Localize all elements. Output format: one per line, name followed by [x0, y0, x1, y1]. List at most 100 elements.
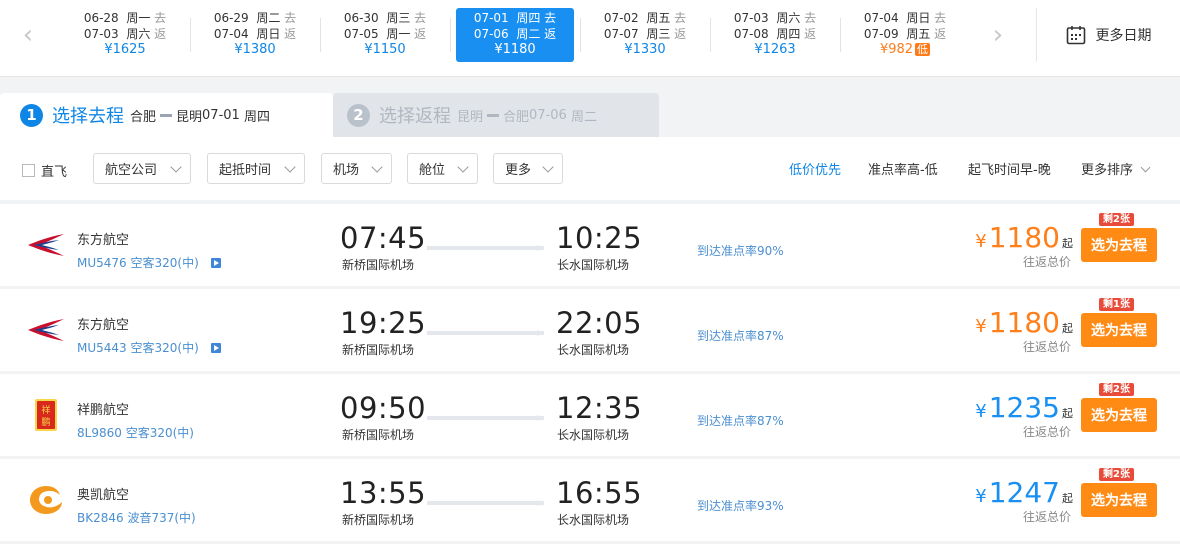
chevron-down-icon — [371, 161, 383, 173]
arrival-airport: 长水国际机场 — [557, 513, 630, 527]
filter-label: 机场 — [333, 163, 360, 178]
currency-symbol: ¥ — [975, 316, 987, 337]
flight-row[interactable]: 祥鹏祥鹏航空 8L9860 空客320(中) 09:50 新桥国际机场 12:35 长水国… — [0, 374, 1180, 456]
flight-row[interactable]: 奥凯航空 BK2846 波音737(中) 13:55 新桥国际机场 16:55 长水国际机… — [0, 459, 1180, 541]
return-dir: 返 — [154, 27, 167, 41]
select-outbound-button[interactable]: 选为去程 — [1081, 228, 1157, 262]
date-price-value: ¥1380 — [234, 42, 276, 57]
outbound-day: 周日 — [906, 11, 931, 25]
return-date: 07-07 — [603, 27, 639, 41]
filter-airport[interactable]: 机场 — [321, 153, 392, 184]
checkbox-box[interactable] — [22, 164, 35, 177]
flight-number[interactable]: 8L9860 空客320(中) — [77, 424, 194, 441]
play-icon[interactable] — [210, 257, 221, 268]
departure-time: 09:50 — [340, 391, 427, 425]
chevron-down-icon — [1140, 162, 1151, 173]
price-value: 1235 — [988, 391, 1060, 424]
return-day: 周六 — [126, 27, 151, 41]
price-note: 往返总价 — [1022, 425, 1071, 439]
chevron-left-icon[interactable]: ‹ — [18, 20, 38, 50]
date-option[interactable]: 06-29 周二 去 07-04 周日 返 ¥1380 — [196, 8, 314, 62]
flight-number[interactable]: MU5476 空客320(中) — [77, 254, 221, 271]
date-option[interactable]: 07-03 周六 去 07-08 周四 返 ¥1263 — [716, 8, 834, 62]
outbound-date-line: 07-03 周六 去 — [716, 10, 834, 26]
play-icon[interactable] — [210, 342, 221, 353]
outbound-day: 周四 — [516, 11, 541, 25]
tab-outbound[interactable]: 1 选择去程 合肥 昆明 07-01 周四 — [0, 93, 333, 137]
okay-air-logo — [26, 483, 66, 517]
outbound-date-line: 06-30 周三 去 — [326, 10, 444, 26]
seats-left-badge: 剩1张 — [1099, 298, 1134, 311]
sort-more[interactable]: 更多排序 — [1081, 159, 1151, 178]
sort-departure[interactable]: 起飞时间早-晚 — [968, 159, 1051, 178]
flight-row[interactable]: 东方航空 MU5443 空客320(中) 19:25 新桥国际机场 22:05 长水国际机… — [0, 289, 1180, 371]
flight-row[interactable]: 东方航空 MU5476 空客320(中) 07:45 新桥国际机场 10:25 长水国际机… — [0, 204, 1180, 286]
price-suffix: 起 — [1062, 407, 1073, 420]
flight-price: ¥1180 起 — [975, 221, 1073, 254]
direct-flight-checkbox[interactable]: 直飞 — [22, 161, 67, 180]
outbound-date-line: 06-28 周一 去 — [66, 10, 184, 26]
route-to: 合肥 — [503, 109, 530, 125]
arrival-time: 10:25 — [556, 221, 643, 255]
date-option[interactable]: 06-30 周三 去 07-05 周一 返 ¥1150 — [326, 8, 444, 62]
ontime-rate[interactable]: 到达准点率93% — [697, 497, 784, 514]
filter-label: 起抵时间 — [219, 163, 272, 178]
price-value: 1247 — [988, 476, 1060, 509]
select-outbound-button[interactable]: 选为去程 — [1081, 313, 1157, 347]
filter-airline[interactable]: 航空公司 — [93, 153, 191, 184]
flight-number[interactable]: BK2846 波音737(中) — [77, 509, 196, 526]
chevron-right-icon[interactable]: › — [988, 20, 1008, 50]
seats-left-badge: 剩2张 — [1099, 213, 1134, 226]
select-outbound-button[interactable]: 选为去程 — [1081, 398, 1157, 432]
arrival-time: 12:35 — [556, 391, 643, 425]
price-suffix: 起 — [1062, 492, 1073, 505]
return-day: 周三 — [646, 27, 671, 41]
return-date: 07-08 — [733, 27, 769, 41]
currency-symbol: ¥ — [975, 486, 987, 507]
return-dir: 返 — [414, 27, 427, 41]
ontime-rate[interactable]: 到达准点率87% — [697, 412, 784, 429]
date-option[interactable]: 06-28 周一 去 07-03 周六 返 ¥1625 — [66, 8, 184, 62]
filter-more[interactable]: 更多 — [493, 153, 563, 184]
date-price-value: ¥1330 — [624, 42, 666, 57]
airline-name: 奥凯航空 — [77, 488, 130, 503]
filter-label: 航空公司 — [105, 163, 158, 178]
svg-text:祥: 祥 — [41, 404, 50, 416]
date-option[interactable]: 07-02 周五 去 07-07 周三 返 ¥1330 — [586, 8, 704, 62]
date-option[interactable]: 07-01 周四 去 07-06 周二 返 ¥1180 — [456, 8, 574, 62]
filter-cabin[interactable]: 舱位 — [407, 153, 478, 184]
filter-label: 更多 — [505, 163, 532, 178]
arrival-time: 16:55 — [556, 476, 643, 510]
more-dates-button[interactable]: 更多日期 — [1036, 8, 1180, 62]
sort-more-label: 更多排序 — [1081, 163, 1134, 178]
filter-time[interactable]: 起抵时间 — [207, 153, 305, 184]
return-day: 周日 — [256, 27, 281, 41]
date-option[interactable]: 07-04 周日 去 07-09 周五 返 ¥982 低 — [846, 8, 964, 62]
seats-left-badge: 剩2张 — [1099, 468, 1134, 481]
chevron-down-icon — [457, 161, 469, 173]
sort-low-price[interactable]: 低价优先 — [789, 159, 841, 178]
date-price-value: ¥1263 — [754, 42, 796, 57]
ontime-rate[interactable]: 到达准点率90% — [697, 242, 784, 259]
sort-ontime[interactable]: 准点率高-低 — [868, 159, 938, 178]
tab-return[interactable]: 2 选择返程 昆明 合肥 07-06 周二 — [333, 93, 659, 137]
return-date-line: 07-09 周五 返 — [846, 26, 964, 42]
date-price: ¥1263 — [716, 42, 834, 58]
date-price: ¥982 低 — [846, 42, 964, 58]
china-eastern-logo — [26, 228, 66, 262]
select-outbound-button[interactable]: 选为去程 — [1081, 483, 1157, 517]
return-date-line: 07-03 周六 返 — [66, 26, 184, 42]
flight-number[interactable]: MU5443 空客320(中) — [77, 339, 221, 356]
route-from: 合肥 — [130, 109, 157, 125]
ontime-rate[interactable]: 到达准点率87% — [697, 327, 784, 344]
return-date: 07-05 — [343, 27, 379, 41]
date-price-value: ¥1625 — [104, 42, 146, 57]
calendar-icon — [1066, 25, 1086, 45]
outbound-dir: 去 — [414, 11, 427, 25]
price-block: ¥1180 起往返总价 — [975, 306, 1073, 355]
return-dir: 返 — [934, 27, 947, 41]
step-title: 选择返程 — [379, 106, 451, 127]
flight-code: MU5443 — [77, 340, 127, 355]
outbound-day: 周二 — [256, 11, 281, 25]
outbound-dir: 去 — [674, 11, 687, 25]
